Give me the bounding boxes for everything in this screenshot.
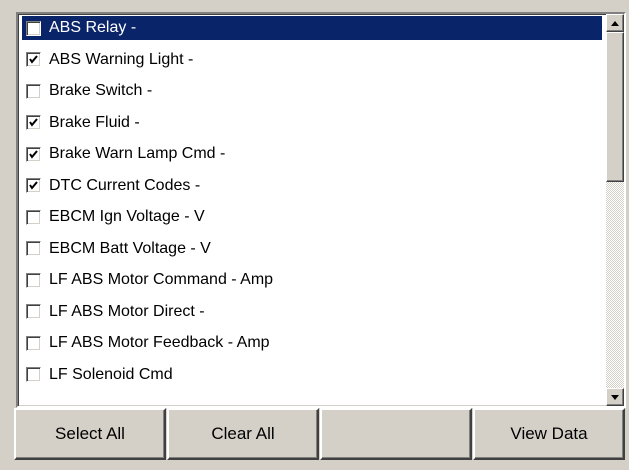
parameter-listbox[interactable]: ABS Relay - ABS Warning Light - Brake Swit… [16,12,626,408]
select-all-button[interactable]: Select All [14,408,166,460]
list-item[interactable]: LF ABS Motor Direct - [22,300,602,324]
item-label: LF ABS Motor Command - Amp [49,271,274,288]
list-item[interactable]: ABS Relay - [22,16,602,40]
item-label: DTC Current Codes - [49,176,201,194]
checkmark-icon [29,118,38,127]
item-label: LF ABS Motor Feedback - Amp [49,334,270,351]
list-item[interactable]: LF ABS Motor Feedback - Amp [22,331,602,355]
item-checkbox[interactable] [26,52,41,67]
scroll-up-button[interactable] [606,14,624,32]
view-data-button[interactable]: View Data [473,408,625,460]
list-item[interactable]: Brake Fluid - [22,111,602,135]
item-checkbox[interactable] [26,209,41,225]
item-label: EBCM Ign Voltage - V [49,208,205,225]
list-item[interactable]: LF Solenoid Cmd [22,363,602,387]
scan-data-panel: ABS Relay - ABS Warning Light - Brake Swit… [12,8,626,470]
arrow-down-icon [611,394,619,400]
item-checkbox[interactable] [26,335,41,351]
button-bar: Select All Clear All View Data [14,408,626,466]
checkmark-icon [29,55,38,64]
item-checkbox[interactable] [26,146,41,162]
vertical-scrollbar[interactable] [606,14,624,406]
item-label: Brake Warn Lamp Cmd - [49,145,226,162]
item-checkbox[interactable] [26,367,41,382]
item-checkbox[interactable] [26,241,41,256]
item-label: Brake Switch - [49,82,153,99]
arrow-up-icon [611,20,619,26]
item-checkbox[interactable] [26,83,41,99]
checkmark-icon [29,181,38,190]
item-label: Brake Fluid - [49,113,140,131]
list-item[interactable]: EBCM Ign Voltage - V [22,205,602,229]
item-checkbox[interactable] [26,272,41,288]
list-item[interactable]: Brake Warn Lamp Cmd - [22,142,602,166]
checkmark-icon [29,149,38,159]
scroll-down-button[interactable] [606,388,624,406]
list-item[interactable]: EBCM Batt Voltage - V [22,237,602,261]
item-checkbox[interactable] [26,304,41,319]
item-checkbox[interactable] [26,20,41,36]
item-label: LF ABS Motor Direct - [49,302,205,320]
item-checkbox[interactable] [26,178,41,193]
parameter-list: ABS Relay - ABS Warning Light - Brake Swit… [18,14,604,406]
clear-all-button[interactable]: Clear All [167,408,319,460]
blank-button[interactable] [320,408,472,460]
item-label: ABS Warning Light - [49,50,194,68]
item-label: LF Solenoid Cmd [49,365,173,383]
list-item[interactable]: Brake Switch - [22,79,602,103]
list-item[interactable]: LF ABS Motor Command - Amp [22,268,602,292]
item-label: EBCM Batt Voltage - V [49,239,211,257]
item-label: ABS Relay - [49,19,137,36]
list-item[interactable]: ABS Warning Light - [22,48,602,72]
item-checkbox[interactable] [26,115,41,130]
list-item[interactable]: DTC Current Codes - [22,174,602,198]
scroll-thumb[interactable] [606,32,624,182]
